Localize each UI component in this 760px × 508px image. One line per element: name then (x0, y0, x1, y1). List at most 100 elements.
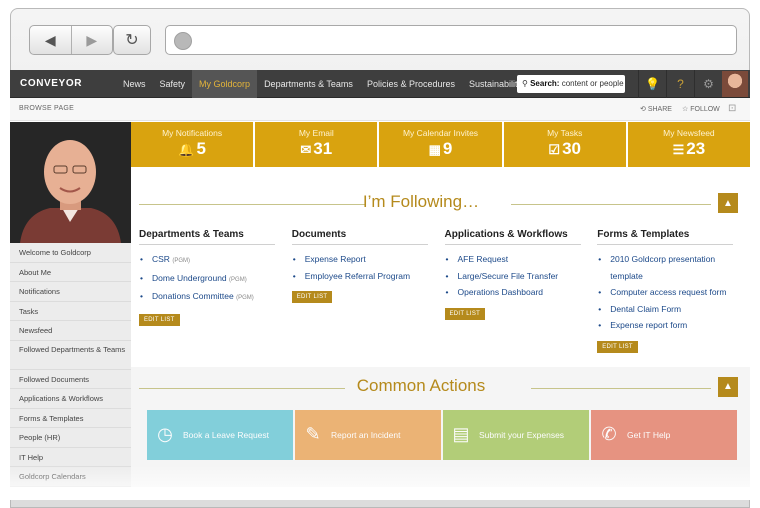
following-header: I’m Following… ▲ (131, 183, 750, 223)
action-tile[interactable]: ✆ Get IT Help (591, 409, 737, 460)
sidebar: Welcome to Goldcorp About Me Notifications… (10, 243, 131, 487)
sidebar-item[interactable]: Newsfeed (10, 321, 131, 341)
menu-item[interactable]: My Goldcorp (192, 70, 258, 98)
list-item[interactable]: Expense Report (292, 251, 445, 268)
edit-list-button[interactable]: EDIT LIST (291, 291, 333, 303)
common-actions-header: Common Actions ▲ (131, 367, 750, 407)
calendar-icon: ▦ (428, 142, 441, 157)
gear-icon[interactable]: ⚙ (694, 70, 722, 98)
sidebar-item[interactable]: Tasks (10, 301, 131, 321)
list-item[interactable]: Dome Underground (PGM) (139, 270, 292, 289)
sidebar-item[interactable]: People (HR) (10, 428, 131, 448)
collapse-button[interactable]: ▲ (718, 193, 738, 213)
sidebar-item[interactable]: About Me (10, 262, 131, 282)
stat-count: 30 (562, 139, 581, 158)
list-item[interactable]: Donations Committee (PGM) (139, 288, 292, 307)
edit-list-button[interactable]: EDIT LIST (444, 307, 486, 320)
list-item[interactable]: Operations Dashboard (445, 284, 598, 301)
stat-tile[interactable]: My Email ✉ 31 (255, 122, 378, 167)
browse-tab[interactable]: BROWSE (19, 105, 52, 112)
list-item[interactable]: Expense report form (597, 317, 750, 334)
action-label: Report an Incident (331, 429, 401, 440)
lightbulb-icon[interactable]: 💡 (638, 70, 666, 98)
list-item-label: Donations Committee (152, 291, 234, 301)
brand-logo[interactable]: CONVEYOR (20, 78, 82, 89)
follow-button[interactable]: ☆ FOLLOW (682, 105, 720, 113)
top-navigation: CONVEYOR News Safety My Goldcorp Department… (10, 70, 750, 98)
main-menu: News Safety My Goldcorp Departments & Teams… (116, 70, 529, 98)
list-item[interactable]: Large/Secure File Transfer (445, 268, 598, 285)
collapse-button[interactable]: ▲ (718, 376, 738, 397)
share-button[interactable]: ⟲ SHARE (640, 105, 672, 113)
share-icon: ⟲ (640, 106, 646, 113)
stat-tile[interactable]: My Notifications 🔔 5 (131, 122, 254, 167)
stat-count-row: 🔔 5 (131, 139, 253, 159)
page-tab[interactable]: PAGE (54, 105, 74, 112)
sidebar-item[interactable]: Forms & Templates (10, 408, 131, 428)
stat-tile[interactable]: My Calendar Invites ▦ 9 (379, 122, 502, 167)
menu-item[interactable]: Policies & Procedures (360, 70, 462, 98)
action-tile[interactable]: ◷ Book a Leave Request (147, 409, 293, 460)
sidebar-item[interactable]: Notifications (10, 282, 131, 302)
help-icon[interactable]: ? (666, 70, 694, 98)
chevron-up-icon: ▲ (723, 197, 733, 209)
stat-tile[interactable]: My Newsfeed ☰ 23 (627, 122, 750, 167)
back-button[interactable]: ◀ (30, 26, 71, 54)
phone-icon: ✆ (601, 424, 617, 444)
list-item[interactable]: AFE Request (445, 251, 598, 268)
action-tile[interactable]: ▤ Submit your Expenses (443, 409, 589, 460)
history-buttons: ◀ ▶ (29, 25, 113, 55)
chevron-up-icon: ▲ (723, 381, 733, 392)
list-item[interactable]: CSR (PGM) (139, 251, 292, 270)
list-item-label: 2010 Goldcorp presentation template (610, 254, 716, 281)
site-tag: (PGM) (236, 295, 254, 301)
bell-icon: 🔔 (178, 142, 195, 157)
menu-item[interactable]: Departments & Teams (257, 70, 360, 98)
stat-label: My Calendar Invites (402, 128, 479, 138)
address-bar[interactable] (165, 25, 737, 55)
page: CONVEYOR News Safety My Goldcorp Department… (10, 70, 750, 500)
column-title: Departments & Teams (139, 229, 275, 245)
list-item-label: Expense Report (304, 254, 366, 264)
follow-label: FOLLOW (690, 106, 720, 113)
share-label: SHARE (647, 106, 672, 113)
fullscreen-icon[interactable]: ⊡ (728, 103, 736, 114)
sidebar-item[interactable]: Followed Departments & Teams (10, 340, 131, 370)
search-icon: ⚲ (522, 79, 528, 88)
receipt-icon: ▤ (452, 424, 470, 444)
divider (511, 204, 711, 205)
search-placeholder: content or people (561, 79, 624, 88)
link-list: 2010 Goldcorp presentation template Compu… (597, 251, 750, 334)
forward-button[interactable]: ▶ (70, 26, 113, 54)
stat-label: My Tasks (547, 128, 583, 138)
sidebar-item[interactable]: Followed Documents (10, 369, 131, 389)
edit-list-button[interactable]: EDIT LIST (139, 313, 180, 326)
action-tile[interactable]: ✎ Report an Incident (295, 409, 441, 460)
following-title: I’m Following… (362, 192, 480, 211)
stat-tile[interactable]: My Tasks ☑ 30 (503, 122, 626, 167)
user-avatar[interactable] (722, 71, 748, 97)
edit-list-button[interactable]: EDIT LIST (597, 340, 638, 353)
list-item[interactable]: Dental Claim Form (597, 301, 750, 318)
sidebar-item[interactable]: Applications & Workflows (10, 389, 131, 409)
pencil-icon: ✎ (305, 424, 321, 444)
globe-icon (174, 32, 192, 50)
following-column: Documents Expense Report Employee Referral… (291, 229, 445, 353)
list-item-label: Expense report form (610, 320, 688, 330)
list-item[interactable]: 2010 Goldcorp presentation template (597, 251, 750, 284)
search-input[interactable]: ⚲ Search: content or people (517, 75, 625, 93)
stat-label: My Newsfeed (663, 128, 715, 138)
list-item[interactable]: Computer access request form (597, 284, 750, 301)
sidebar-item[interactable]: Welcome to Goldcorp (10, 243, 131, 263)
menu-item[interactable]: Safety (153, 70, 193, 98)
envelope-icon: ✉ (300, 142, 312, 157)
list-item[interactable]: Employee Referral Program (292, 268, 445, 285)
menu-item[interactable]: News (116, 70, 153, 98)
reload-button[interactable]: ↻ (113, 25, 151, 55)
action-label: Submit your Expenses (479, 429, 565, 440)
stat-count: 5 (196, 139, 206, 158)
stat-count-row: ▦ 9 (379, 139, 501, 159)
list-item-label: Employee Referral Program (304, 270, 411, 281)
stat-count: 9 (442, 139, 453, 158)
list-item-label: Dome Underground (152, 272, 227, 283)
